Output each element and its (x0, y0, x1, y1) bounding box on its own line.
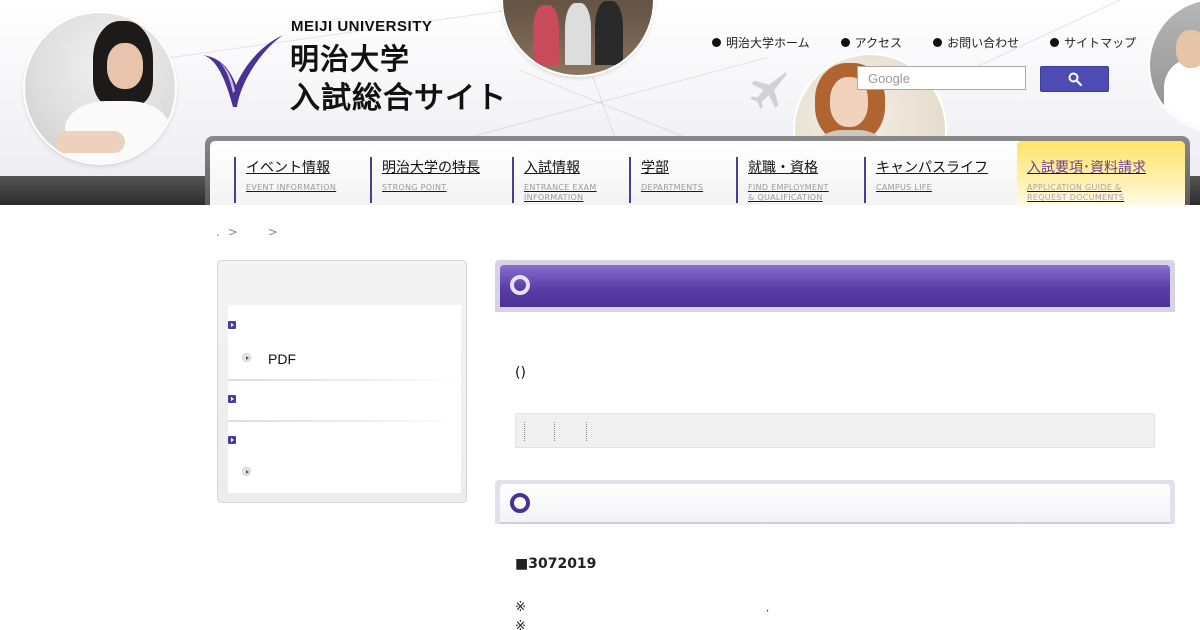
util-link-sitemap[interactable]: サイトマップ (1050, 34, 1136, 51)
arrow-right-icon (228, 395, 236, 403)
search-icon (1068, 72, 1082, 86)
nav-item-campus-life[interactable]: キャンパスライフ CAMPUS LIFE (864, 157, 988, 203)
util-link-home[interactable]: 明治大学ホーム (712, 34, 810, 51)
nav-label: 就職・資格 (748, 160, 818, 176)
nav-sublabel: APPLICATION GUIDE & REQUEST DOCUMENTS (1027, 183, 1125, 202)
nav-item-employment[interactable]: 就職・資格 FIND EMPLOYMENT & QUALIFICATION (736, 157, 829, 203)
nav-item-events[interactable]: イベント情報 EVENT INFORMATION (234, 157, 336, 203)
sidebar-heading (228, 269, 460, 305)
nav-label: 学部 (641, 160, 669, 176)
divider (228, 379, 461, 381)
nav-sublabel: FIND EMPLOYMENT & QUALIFICATION (748, 183, 829, 202)
nav-label: 明治大学の特長 (382, 160, 480, 176)
nav-label: 入試要項･資料請求 (1027, 160, 1146, 176)
nav-sublabel: EVENT INFORMATION (246, 183, 337, 192)
breadcrumb-link[interactable] (246, 225, 260, 239)
info-box (515, 413, 1155, 448)
section-heading-primary (495, 260, 1175, 312)
note-mark: ※ (515, 619, 526, 630)
nav-label: 入試情報 (524, 160, 580, 176)
arrow-right-icon (242, 467, 251, 476)
nav-sublabel: STRONG POINT (382, 183, 447, 192)
student-photo (1150, 0, 1200, 130)
intro-text: () (515, 365, 526, 381)
util-link-label: アクセス (854, 36, 903, 50)
sidebar-item[interactable] (228, 432, 461, 454)
ring-icon (510, 493, 530, 513)
library-photo (503, 0, 653, 75)
nav-item-entrance-exam[interactable]: 入試情報 ENTRANCE EXAM INFORMATION (512, 157, 597, 203)
site-logo[interactable]: MEIJI UNIVERSITY 明治大学 入試総合サイト (200, 18, 510, 116)
notice-title: ■3072019 (515, 556, 597, 572)
breadcrumb: . > > (216, 225, 278, 239)
note-comma: , (766, 603, 770, 614)
sidebar-item[interactable] (228, 391, 461, 413)
divider (228, 420, 461, 422)
sidebar-subitem[interactable] (228, 463, 461, 485)
sidebar-item[interactable] (228, 317, 461, 339)
divider (554, 422, 555, 441)
search-button[interactable] (1040, 66, 1109, 92)
section-heading-bar (500, 484, 1170, 524)
nav-item-strong-point[interactable]: 明治大学の特長 STRONG POINT (370, 157, 480, 203)
nav-sublabel: ENTRANCE EXAM INFORMATION (524, 183, 597, 202)
utility-nav: 明治大学ホーム アクセス お問い合わせ サイトマップ (712, 34, 1136, 51)
divider (586, 422, 587, 441)
logo-japanese-line2: 入試総合サイト (290, 81, 507, 116)
arrow-right-icon (228, 321, 236, 329)
airplane-icon (750, 72, 787, 109)
util-link-access[interactable]: アクセス (840, 34, 903, 51)
nav-sublabel: DEPARTMENTS (641, 183, 704, 192)
nav-label: キャンパスライフ (876, 160, 988, 176)
util-link-label: サイトマップ (1064, 36, 1137, 50)
sidebar-subitem-pdf[interactable] (228, 349, 461, 373)
nav-item-departments[interactable]: 学部 DEPARTMENTS (629, 157, 703, 203)
student-photo (25, 13, 175, 163)
bullet-icon (840, 38, 850, 47)
logo-english: MEIJI UNIVERSITY (291, 18, 433, 35)
sidebar-subitem-label: PDF (268, 351, 296, 367)
logo-japanese-line1: 明治大学 (290, 42, 411, 76)
section-heading-bar (500, 265, 1170, 307)
sidebar: PDF (217, 260, 467, 503)
arrow-right-icon (242, 353, 251, 362)
nav-label: イベント情報 (246, 160, 330, 176)
info-link[interactable] (602, 424, 620, 438)
search-input[interactable]: Google (857, 66, 1026, 90)
ring-icon (510, 275, 530, 295)
note-mark: ※ (515, 600, 526, 615)
breadcrumb-lead: . (216, 225, 220, 239)
section-heading-secondary (495, 480, 1175, 524)
bullet-icon (1050, 38, 1060, 47)
nav-item-application-guide[interactable]: 入試要項･資料請求 APPLICATION GUIDE & REQUEST DO… (1017, 157, 1146, 203)
bullet-icon (933, 38, 943, 47)
bullet-icon (712, 38, 721, 47)
util-link-label: お問い合わせ (947, 36, 1020, 50)
arrow-right-icon (228, 436, 236, 444)
divider (524, 422, 525, 441)
breadcrumb-separator: > (227, 225, 238, 239)
meiji-v-mark-icon (202, 35, 283, 107)
nav-sublabel: CAMPUS LIFE (876, 183, 933, 192)
sidebar-menu: PDF (228, 305, 461, 493)
util-link-contact[interactable]: お問い合わせ (933, 34, 1019, 51)
global-nav: イベント情報 EVENT INFORMATION 明治大学の特長 STRONG … (205, 136, 1190, 205)
breadcrumb-separator: > (267, 225, 278, 239)
util-link-label: 明治大学ホーム (726, 36, 810, 50)
